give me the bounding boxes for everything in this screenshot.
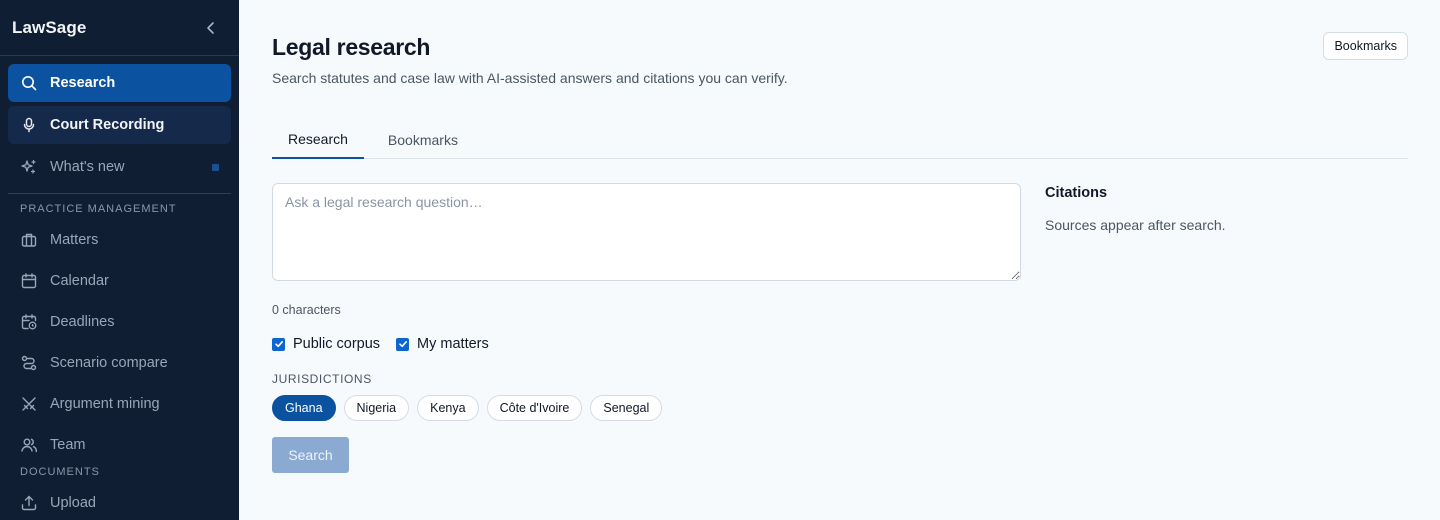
search-icon: [20, 74, 38, 92]
calendar-clock-icon: [20, 313, 38, 331]
search-button[interactable]: Search: [272, 437, 349, 473]
sidebar-item-label: Argument mining: [50, 396, 160, 412]
sidebar-item-scenario-compare[interactable]: Scenario compare: [8, 344, 231, 382]
new-indicator-dot: [212, 164, 219, 171]
sidebar: LawSage Research Court Recording What's …: [0, 0, 239, 520]
calendar-icon: [20, 272, 38, 290]
tab-research[interactable]: Research: [272, 120, 364, 159]
sidebar-item-research[interactable]: Research: [8, 64, 231, 102]
sidebar-item-whats-new[interactable]: What's new: [8, 148, 231, 186]
sidebar-item-label: Court Recording: [50, 117, 165, 133]
sidebar-item-label: Upload: [50, 495, 96, 511]
checkbox-checked-icon: [396, 337, 410, 351]
jurisdiction-chip-kenya[interactable]: Kenya: [417, 395, 479, 421]
briefcase-icon: [20, 231, 38, 249]
chevron-left-icon: [207, 21, 214, 34]
sidebar-item-upload[interactable]: Upload: [8, 484, 231, 520]
section-label-documents: DOCUMENTS: [20, 466, 100, 478]
sidebar-item-label: Deadlines: [50, 314, 115, 330]
jurisdictions-label: JURISDICTIONS: [272, 372, 372, 386]
source-filters: Public corpus My matters: [272, 336, 505, 352]
collapse-sidebar-button[interactable]: [201, 18, 221, 38]
sidebar-item-label: What's new: [50, 159, 125, 175]
sidebar-item-deadlines[interactable]: Deadlines: [8, 303, 231, 341]
jurisdiction-chip-senegal[interactable]: Senegal: [590, 395, 663, 421]
section-label-practice-management: PRACTICE MANAGEMENT: [20, 203, 177, 215]
jurisdiction-chip-ghana[interactable]: Ghana: [272, 395, 336, 421]
checkbox-checked-icon: [272, 337, 285, 351]
citations-title: Citations: [1045, 185, 1108, 201]
sidebar-item-matters[interactable]: Matters: [8, 221, 231, 259]
my-matters-checkbox[interactable]: My matters: [396, 336, 489, 352]
page-subtitle: Search statutes and case law with AI-ass…: [272, 70, 788, 86]
sidebar-item-calendar[interactable]: Calendar: [8, 262, 231, 300]
bookmarks-button[interactable]: Bookmarks: [1323, 32, 1408, 60]
tab-bar: Research Bookmarks: [272, 120, 1408, 159]
sidebar-item-court-recording[interactable]: Court Recording: [8, 106, 231, 144]
upload-icon: [20, 494, 38, 512]
sidebar-divider: [8, 193, 231, 194]
page-title: Legal research: [272, 34, 431, 60]
jurisdiction-chip-cote-divoire[interactable]: Côte d'Ivoire: [486, 395, 583, 421]
sidebar-item-argument-mining[interactable]: Argument mining: [8, 385, 231, 423]
research-question-input[interactable]: [272, 183, 1021, 281]
users-icon: [20, 436, 38, 454]
character-count: 0 characters: [272, 303, 341, 317]
sidebar-item-label: Matters: [50, 232, 99, 248]
sidebar-header: LawSage: [0, 0, 239, 56]
microphone-icon: [20, 116, 38, 134]
sparkles-icon: [20, 158, 38, 176]
sidebar-item-label: Calendar: [50, 273, 109, 289]
tab-bookmarks[interactable]: Bookmarks: [372, 120, 474, 159]
main-content: Legal research Search statutes and case …: [272, 0, 1408, 520]
sidebar-item-label: Research: [50, 75, 116, 91]
sidebar-item-label: Scenario compare: [50, 355, 168, 371]
citations-empty-state: Sources appear after search.: [1045, 217, 1226, 233]
checkbox-label: My matters: [417, 336, 489, 352]
sidebar-item-label: Team: [50, 437, 86, 453]
jurisdiction-chip-nigeria[interactable]: Nigeria: [343, 395, 410, 421]
sidebar-item-team[interactable]: Team: [8, 426, 231, 464]
app-name: LawSage: [12, 17, 87, 37]
public-corpus-checkbox[interactable]: Public corpus: [272, 336, 380, 352]
checkbox-label: Public corpus: [293, 336, 381, 352]
swords-icon: [20, 395, 38, 413]
jurisdiction-chips: Ghana Nigeria Kenya Côte d'Ivoire Senega…: [272, 395, 670, 421]
route-icon: [20, 354, 38, 372]
